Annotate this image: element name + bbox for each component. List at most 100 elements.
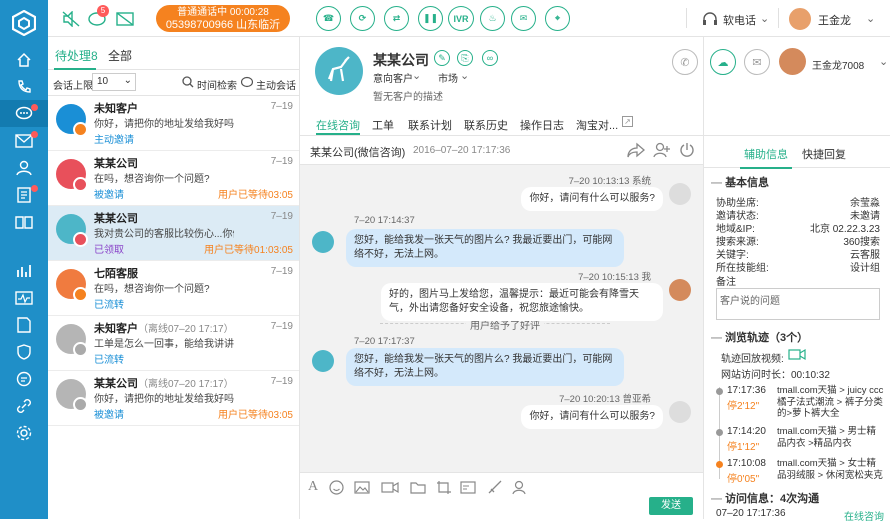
conversation-status: 已流转 [94, 300, 124, 311]
conversation-time: 7–19 [270, 376, 293, 387]
subtab-item[interactable]: 在线咨询 [316, 117, 360, 133]
tag-icon: ⌖ [554, 13, 561, 23]
image-icon[interactable] [354, 481, 370, 497]
track-path[interactable]: tmall.com天猫 > juicy ccc橘子法式潮流 > 裤子分类的>萝卜… [777, 385, 885, 420]
pause-icon: ❚❚ [422, 13, 439, 23]
user-name[interactable]: 王金龙 [818, 12, 851, 28]
screenshot-icon[interactable] [436, 480, 452, 498]
conversation-item[interactable]: 某某公司 7–19 在吗，想咨询你一个问题? 被邀请 用户已等待03:05 [48, 151, 299, 206]
agent-name[interactable]: 王金龙7008 [812, 57, 864, 72]
monitor-icon[interactable] [0, 284, 48, 311]
track-time: 17:17:36 [727, 385, 766, 396]
home-icon[interactable] [0, 46, 48, 73]
hold-icon: ⟳ [358, 13, 367, 23]
subtab-item[interactable]: 操作日志 [520, 117, 564, 133]
book-icon[interactable] [0, 208, 48, 235]
top-bar: 5 普通通话中 00:00:28 05398700966 山东临沂 ☎ ⟳ ⇄ … [48, 0, 890, 37]
transfer-button[interactable]: ⇄ [384, 6, 409, 31]
call-customer-button[interactable]: ✆ [672, 49, 698, 75]
evaluate-icon[interactable] [487, 480, 503, 498]
subtab-item[interactable]: 联系历史 [464, 117, 508, 133]
limit-select[interactable]: 10 ⌄ [92, 73, 136, 91]
wait-time: 用户已等待01:03:05 [204, 245, 293, 256]
chat-icon[interactable] [0, 100, 48, 127]
mail-off-icon[interactable] [116, 12, 134, 29]
share-icon[interactable]: ⎘ [457, 50, 473, 66]
send-button[interactable]: 发送 [649, 497, 693, 515]
wechat-button[interactable]: ☁ [710, 49, 736, 75]
link-icon[interactable] [0, 392, 48, 419]
hangup-button[interactable]: ☎ [316, 6, 341, 31]
ivr-label: IVR [453, 13, 469, 24]
sms-button[interactable]: ✉ [511, 6, 536, 31]
channel-icon [73, 397, 88, 412]
agent-avatar [779, 48, 806, 75]
conversation-item[interactable]: 某某公司 7–19 我对贵公司的客服比较伤心...你们 已领取 用户已等待01:… [48, 206, 299, 261]
video-icon[interactable] [788, 348, 806, 364]
contacts-icon[interactable] [0, 154, 48, 181]
ticket-icon[interactable] [0, 181, 48, 208]
chevron-down-icon: ⌄ [460, 70, 470, 82]
intent-select[interactable]: 意向客户 [373, 70, 413, 85]
phone-mode-select[interactable]: 软电话 [723, 12, 756, 28]
email-button[interactable]: ✉ [744, 49, 770, 75]
ivr-button[interactable]: IVR [448, 6, 474, 31]
subtab-item[interactable]: 联系计划 [408, 117, 452, 133]
video-icon[interactable] [381, 481, 399, 497]
folder-icon[interactable] [410, 481, 426, 497]
card-icon[interactable] [460, 481, 476, 497]
tab-all[interactable]: 全部 [108, 47, 132, 64]
message-input-area[interactable]: A 发送 [300, 472, 703, 519]
edit-icon[interactable]: ✎ [434, 50, 450, 66]
invite-user-icon[interactable] [653, 142, 671, 161]
font-icon[interactable]: A [308, 479, 318, 495]
limit-label: 会话上限 [53, 81, 93, 92]
tab-quick-reply[interactable]: 快捷回复 [802, 146, 846, 162]
tag-button[interactable]: ⌖ [545, 6, 570, 31]
emoji-icon[interactable] [329, 480, 344, 498]
track-time: 17:10:08 [727, 458, 766, 469]
track-path[interactable]: tmall.com天猫 > 女士精品羽绒服 > 休闲宽松夹克 [777, 458, 885, 481]
conversation-preview: 你好，请把你的地址发给我好吗? [94, 394, 234, 405]
remark-label: 备注 [716, 277, 736, 288]
source-select[interactable]: 市场 [438, 70, 458, 85]
pause-button[interactable]: ❚❚ [418, 6, 443, 31]
phone-icon[interactable] [0, 73, 48, 100]
shield-icon[interactable] [0, 338, 48, 365]
call-status-text: 普通通话中 00:00:28 [177, 7, 269, 18]
end-chat-icon[interactable] [679, 142, 695, 161]
tab-assist[interactable]: 辅助信息 [744, 146, 788, 162]
time-search-link[interactable]: 时间检索 [197, 77, 237, 92]
mail-icon[interactable] [0, 127, 48, 154]
remark-field[interactable]: 客户说的问题 [716, 288, 880, 320]
message-bubble: 你好，请问有什么可以服务? [521, 187, 663, 211]
conversation-item[interactable]: 未知客户 7–19 你好，请把你的地址发给我好吗? 主动邀请 [48, 96, 299, 151]
report-icon[interactable] [0, 257, 48, 284]
conversation-item[interactable]: 未知客户（离线07–20 17:17） 7–19 工单是怎么一回事，能给我讲讲吗… [48, 316, 299, 371]
conversation-item[interactable]: 七陌客服 7–19 在吗，想咨询你一个问题? 已流转 [48, 261, 299, 316]
conversation-preview: 在吗，想咨询你一个问题? [94, 284, 210, 295]
settings-icon[interactable] [0, 419, 48, 446]
transfer-user-icon[interactable] [512, 480, 528, 498]
document-icon[interactable] [0, 311, 48, 338]
consult-button[interactable]: ♨ [480, 6, 505, 31]
conversation-time: 7–19 [270, 101, 293, 112]
forward-icon[interactable] [627, 142, 645, 161]
hold-button[interactable]: ⟳ [350, 6, 375, 31]
subtab-item[interactable]: 淘宝对... [576, 117, 618, 133]
tab-underline [740, 167, 792, 169]
headset-icon [702, 11, 718, 30]
link-icon[interactable]: ∞ [482, 50, 498, 66]
mute-icon[interactable] [62, 10, 80, 30]
conversation-item[interactable]: 某某公司（离线07–20 17:17） 7–19 你好，请把你的地址发给我好吗?… [48, 371, 299, 426]
message-icon[interactable] [0, 365, 48, 392]
chevron-down-icon: ⌄ [760, 13, 770, 25]
subtab-item[interactable]: 工单 [372, 117, 394, 133]
auto-chat-link[interactable]: 主动会话 [256, 77, 296, 92]
tab-pending[interactable]: 待处理8 [55, 47, 98, 64]
track-stay: 停2'12" [727, 401, 760, 412]
notification-badge: 5 [97, 5, 109, 17]
track-path[interactable]: tmall.com天猫 > 男士精品内衣 >精品内衣 [777, 426, 885, 449]
user-avatar[interactable] [788, 7, 812, 31]
external-link-icon[interactable]: ↗ [622, 116, 633, 127]
